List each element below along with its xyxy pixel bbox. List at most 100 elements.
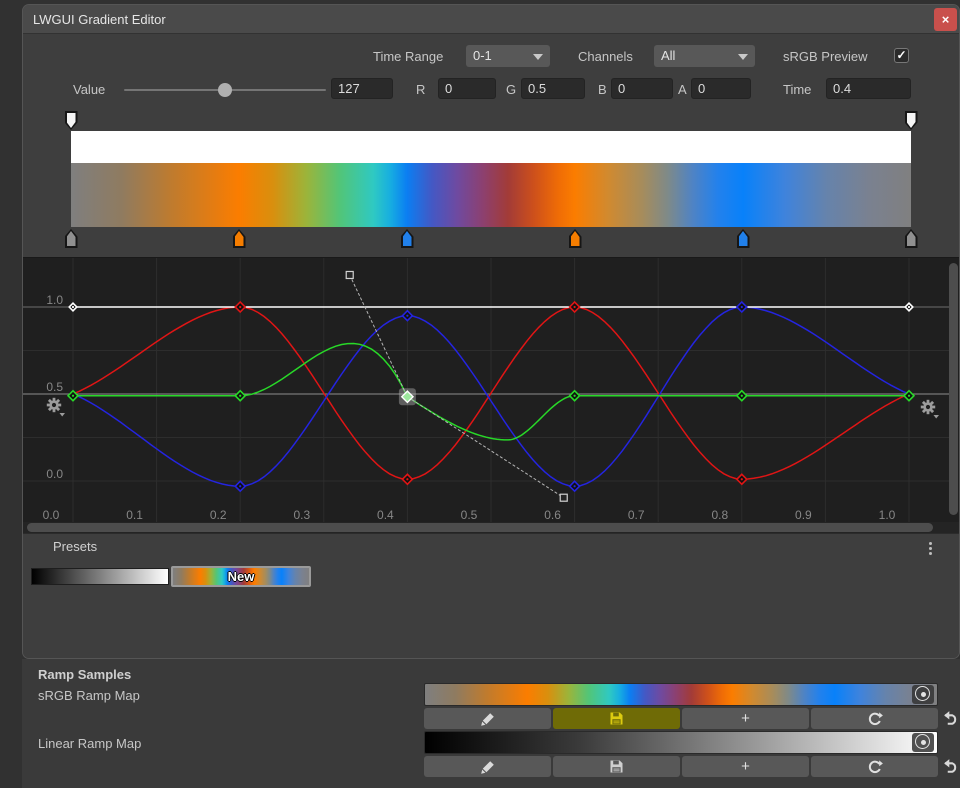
x-tick-label: 0.6 — [544, 508, 561, 522]
chevron-down-icon — [738, 54, 748, 60]
window-title: LWGUI Gradient Editor — [33, 5, 166, 34]
value-label: Value — [73, 82, 105, 97]
save-button[interactable] — [553, 756, 680, 777]
x-tick-label: 0.9 — [795, 508, 812, 522]
alpha-stop-handle[interactable] — [65, 111, 78, 130]
undo-icon[interactable] — [941, 756, 959, 774]
x-tick-label: 0.3 — [293, 508, 310, 522]
color-stop-handle[interactable] — [905, 229, 918, 248]
close-button[interactable]: × — [934, 8, 957, 31]
g-field[interactable]: 0.5 — [521, 78, 585, 99]
presets-section: Presets New — [23, 533, 959, 658]
gradient-editor-window: LWGUI Gradient Editor × Time Range 0-1 C… — [22, 4, 960, 659]
x-tick-label: 0.7 — [628, 508, 645, 522]
vertical-scrollbar[interactable] — [949, 263, 958, 515]
curve-canvas[interactable]: 0.00.10.20.30.40.50.60.70.80.91.01.00.50… — [23, 258, 949, 522]
presets-title: Presets — [53, 539, 97, 554]
alpha-stop-handle[interactable] — [905, 111, 918, 130]
color-stop-handle[interactable] — [233, 229, 246, 248]
channels-label: Channels — [578, 49, 633, 64]
red-curve-key[interactable] — [737, 474, 747, 484]
g-label: G — [506, 82, 516, 97]
srgb-ramp-label: sRGB Ramp Map — [38, 688, 140, 703]
a-label: A — [678, 82, 687, 97]
blue-curve-key[interactable] — [570, 481, 580, 491]
y-tick-label: 0.0 — [46, 467, 63, 481]
pencil-icon — [480, 759, 496, 775]
window-titlebar[interactable]: LWGUI Gradient Editor × — [23, 5, 959, 34]
r-label: R — [416, 82, 425, 97]
edit-button[interactable] — [424, 708, 551, 729]
time-field[interactable]: 0.4 — [826, 78, 911, 99]
y-tick-label: 0.5 — [46, 380, 63, 394]
screen: LWGUI Gradient Editor × Time Range 0-1 C… — [0, 0, 960, 788]
preset-grayscale-swatch[interactable] — [31, 568, 169, 585]
refresh-button[interactable] — [811, 756, 938, 777]
gradient-preview-bar[interactable] — [71, 163, 911, 227]
x-tick-label: 0.2 — [210, 508, 227, 522]
alpha-preview-bar[interactable] — [71, 131, 911, 163]
blue-curve-key[interactable] — [235, 481, 245, 491]
presets-menu-icon[interactable] — [923, 540, 937, 558]
b-label: B — [598, 82, 607, 97]
x-tick-label: 0.1 — [126, 508, 143, 522]
tangent-handle[interactable] — [560, 494, 567, 501]
color-stop-handle[interactable] — [65, 229, 78, 248]
refresh-icon — [867, 759, 883, 775]
curve-editor[interactable]: 0.00.10.20.30.40.50.60.70.80.91.01.00.50… — [23, 257, 959, 533]
value-slider-thumb[interactable] — [218, 83, 232, 97]
x-tick-label: 0.8 — [711, 508, 728, 522]
object-picker-icon[interactable] — [912, 685, 934, 704]
refresh-icon — [867, 711, 883, 727]
color-stop-handle[interactable] — [737, 229, 750, 248]
floppy-save-icon — [609, 711, 624, 726]
green-curve-key[interactable] — [570, 391, 580, 401]
r-field[interactable]: 0 — [438, 78, 496, 99]
x-tick-label: 0.0 — [43, 508, 60, 522]
object-picker-icon[interactable] — [912, 733, 934, 752]
green-curve-key[interactable] — [235, 391, 245, 401]
blue-curve-key[interactable] — [402, 311, 412, 321]
red-curve-key[interactable] — [402, 474, 412, 484]
pre-wrap-gear-icon[interactable] — [44, 394, 66, 418]
plus-icon: + — [741, 710, 750, 727]
alpha-curve-key[interactable] — [905, 303, 913, 311]
preset-new-label: New — [173, 568, 309, 585]
horizontal-scrollbar[interactable] — [27, 523, 933, 532]
refresh-button[interactable] — [811, 708, 938, 729]
linear-ramp-preview[interactable] — [424, 731, 938, 754]
post-wrap-gear-icon[interactable] — [918, 396, 940, 420]
green-curve-key[interactable] — [737, 391, 747, 401]
ramp-samples-panel: Ramp Samples sRGB Ramp Map + — [22, 659, 960, 788]
undo-icon[interactable] — [941, 708, 959, 726]
srgb-preview-checkbox[interactable]: ✓ — [894, 48, 909, 63]
time-label: Time — [783, 82, 811, 97]
b-field[interactable]: 0 — [611, 78, 673, 99]
blue-curve-key[interactable] — [737, 302, 747, 312]
preset-new-swatch[interactable]: New — [171, 566, 311, 587]
time-range-dropdown[interactable]: 0-1 — [466, 45, 550, 67]
add-button[interactable]: + — [682, 756, 809, 777]
linear-ramp-buttons: + — [424, 756, 938, 777]
linear-ramp-label: Linear Ramp Map — [38, 736, 141, 751]
color-stop-handle[interactable] — [569, 229, 582, 248]
tangent-handle[interactable] — [346, 271, 353, 278]
value-field[interactable]: 127 — [331, 78, 393, 99]
floppy-save-icon — [609, 759, 624, 774]
srgb-ramp-preview[interactable] — [424, 683, 938, 706]
add-button[interactable]: + — [682, 708, 809, 729]
time-range-value: 0-1 — [473, 48, 492, 63]
red-curve-key[interactable] — [235, 302, 245, 312]
a-field[interactable]: 0 — [691, 78, 751, 99]
srgb-preview-label: sRGB Preview — [783, 49, 868, 64]
edit-button[interactable] — [424, 756, 551, 777]
ramp-samples-title: Ramp Samples — [38, 667, 131, 682]
channels-dropdown[interactable]: All — [654, 45, 755, 67]
red-curve-key[interactable] — [570, 302, 580, 312]
x-tick-label: 0.4 — [377, 508, 394, 522]
color-stop-handle[interactable] — [401, 229, 414, 248]
save-button[interactable] — [553, 708, 680, 729]
plus-icon: + — [741, 758, 750, 775]
x-tick-label: 0.5 — [461, 508, 478, 522]
alpha-curve-key[interactable] — [69, 303, 77, 311]
